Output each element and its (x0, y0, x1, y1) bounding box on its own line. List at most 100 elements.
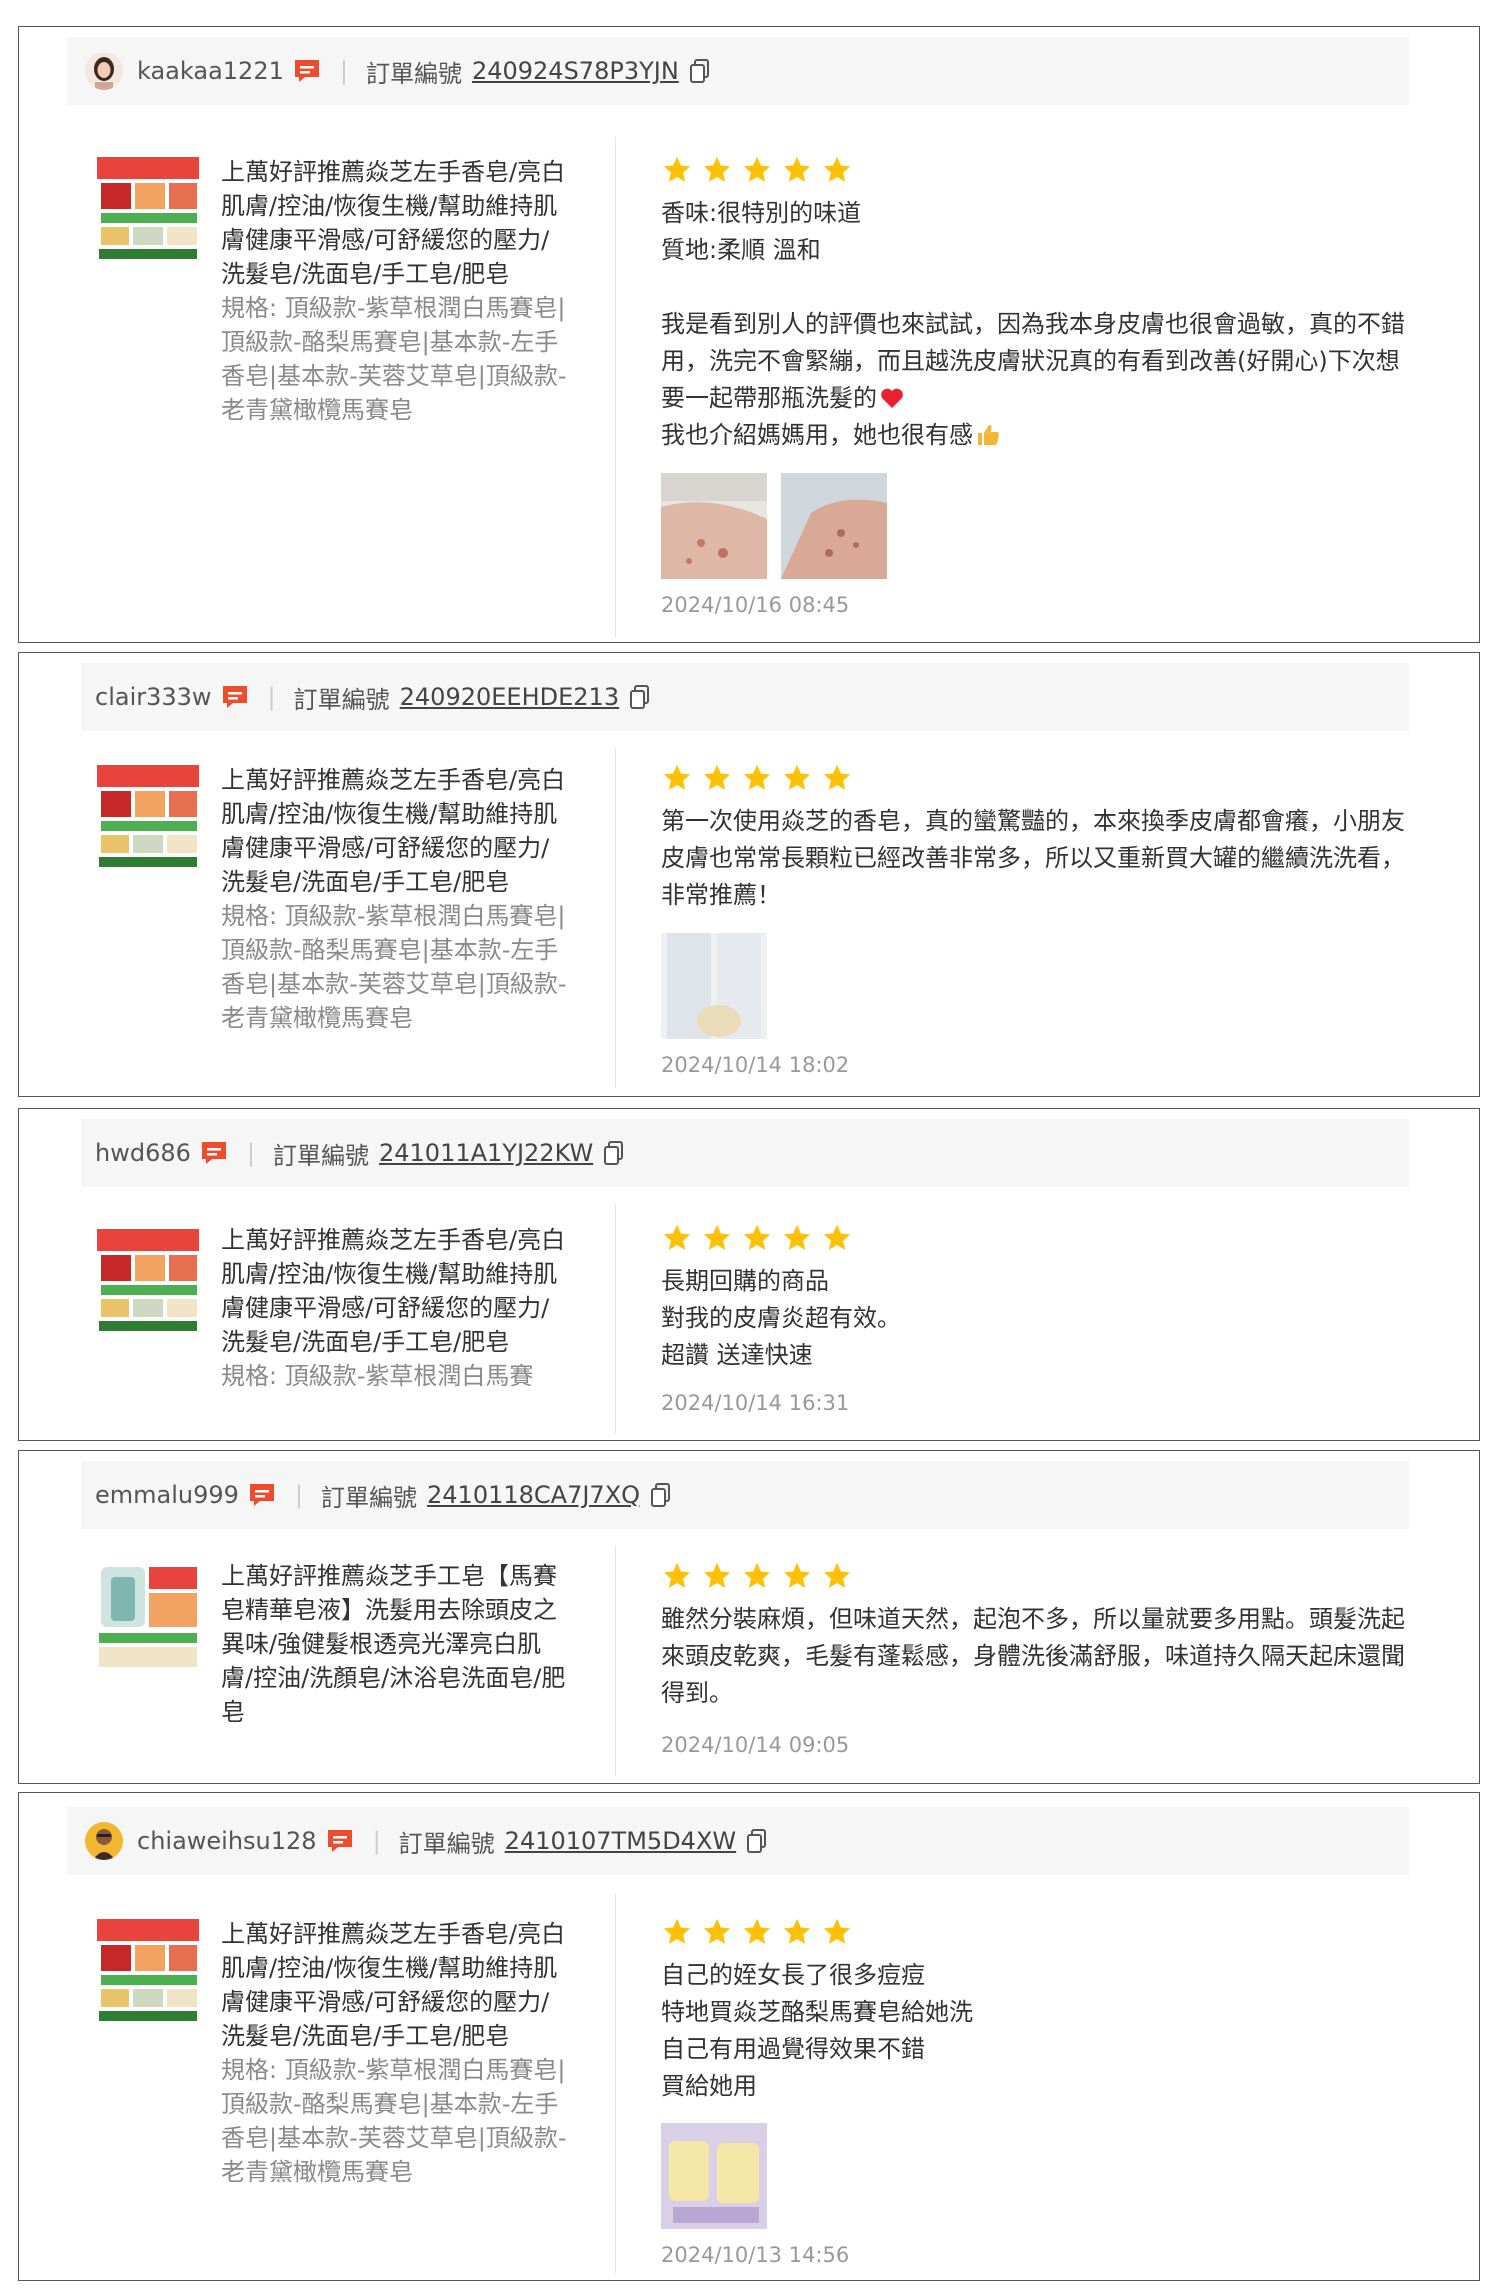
chat-icon[interactable] (292, 57, 322, 85)
star-icon (703, 764, 731, 790)
copy-icon[interactable] (689, 58, 711, 84)
divider: | (372, 1827, 381, 1855)
review-card: clair333w | 訂單編號 240920EEHDE213 上萬好評推薦焱芝… (18, 652, 1480, 1097)
divider: | (294, 1481, 304, 1509)
review-header: hwd686 | 訂單編號 241011A1YJ22KW (81, 1119, 1409, 1187)
order-id-link[interactable]: 2410107TM5D4XW (505, 1827, 736, 1855)
username[interactable]: kaakaa1221 (137, 57, 284, 85)
product-thumbnail[interactable] (95, 1917, 201, 2027)
divider (615, 1893, 616, 2273)
product-spec: 規格: 頂級款-紫草根潤白馬賽皂|頂級款-酪梨馬賽皂|基本款-左手香皂|基本款-… (221, 294, 567, 424)
avatar[interactable] (85, 1822, 123, 1860)
heart-icon (881, 388, 903, 408)
star-icon (663, 1224, 691, 1250)
star-rating (661, 763, 861, 793)
review-date: 2024/10/14 09:05 (661, 1733, 850, 1757)
copy-icon[interactable] (746, 1828, 768, 1854)
divider (615, 1546, 616, 1776)
star-icon (743, 764, 771, 790)
product-title[interactable]: 上萬好評推薦焱芝左手香皂/亮白肌膚/控油/恢復生機/幫助維持肌膚健康平滑感/可舒… (221, 1920, 565, 2050)
star-icon (783, 764, 811, 790)
product-spec: 規格: 頂級款-紫草根潤白馬賽皂|頂級款-酪梨馬賽皂|基本款-左手香皂|基本款-… (221, 902, 567, 1032)
chat-icon[interactable] (325, 1827, 355, 1855)
star-icon (703, 1918, 731, 1944)
order-label: 訂單編號 (272, 1141, 369, 1170)
review-text-body: 香味:很特別的味道 質地:柔順 溫和 我是看到別人的評價也來試試，因為我本身皮膚… (661, 199, 1405, 412)
review-photo[interactable] (661, 933, 767, 1039)
star-icon (743, 156, 771, 182)
order-id-link[interactable]: 2410118CA7J7XQ (427, 1481, 640, 1509)
star-icon (823, 1224, 851, 1250)
review-card: emmalu999 | 訂單編號 2410118CA7J7XQ 上萬好評推薦焱芝… (18, 1450, 1480, 1784)
review-text: 第一次使用焱芝的香皂，真的蠻驚豔的，本來換季皮膚都會癢，小朋友皮膚也常常長顆粒已… (661, 807, 1405, 909)
chat-icon[interactable] (247, 1481, 277, 1509)
product-thumbnail[interactable] (95, 155, 201, 265)
product-thumbnail[interactable] (95, 1227, 201, 1337)
star-icon (783, 1224, 811, 1250)
product-title[interactable]: 上萬好評推薦焱芝左手香皂/亮白肌膚/控油/恢復生機/幫助維持肌膚健康平滑感/可舒… (221, 1226, 565, 1356)
star-icon (783, 1918, 811, 1944)
review-date: 2024/10/14 16:31 (661, 1391, 850, 1415)
review-text-tail: 我也介紹媽媽用，她也很有感 (661, 421, 973, 449)
review-card: chiaweihsu128 | 訂單編號 2410107TM5D4XW 上萬好評… (18, 1792, 1480, 2281)
username[interactable]: chiaweihsu128 (137, 1827, 317, 1855)
review-header: kaakaa1221 | 訂單編號 240924S78P3YJN (67, 37, 1409, 105)
product-thumbnail[interactable] (95, 763, 201, 873)
product-title[interactable]: 上萬好評推薦焱芝手工皂【馬賽皂精華皂液】洗髮用去除頭皮之異味/強健髮根透亮光澤亮… (221, 1562, 565, 1726)
copy-icon[interactable] (603, 1140, 625, 1166)
star-icon (663, 1918, 691, 1944)
star-icon (663, 156, 691, 182)
username[interactable]: clair333w (95, 683, 212, 711)
order-label: 訂單編號 (365, 59, 462, 88)
copy-icon[interactable] (629, 684, 651, 710)
order-label: 訂單編號 (398, 1829, 495, 1858)
star-rating (661, 1917, 861, 1947)
star-icon (703, 1562, 731, 1588)
review-text: 雖然分裝麻煩，但味道天然，起泡不多，所以量就要多用點。頭髮洗起來頭皮乾爽，毛髮有… (661, 1605, 1405, 1707)
divider (615, 748, 616, 1088)
star-icon (783, 156, 811, 182)
review-text: 香味:很特別的味道 質地:柔順 溫和 我是看到別人的評價也來試試，因為我本身皮膚… (661, 195, 1421, 454)
thumbs-up-icon (978, 425, 999, 445)
order-id-link[interactable]: 240920EEHDE213 (400, 683, 619, 711)
product-spec: 規格: 頂級款-紫草根潤白馬賽 (221, 1362, 534, 1390)
star-icon (703, 1224, 731, 1250)
star-icon (703, 156, 731, 182)
review-header: emmalu999 | 訂單編號 2410118CA7J7XQ (81, 1461, 1409, 1529)
product-title[interactable]: 上萬好評推薦焱芝左手香皂/亮白肌膚/控油/恢復生機/幫助維持肌膚健康平滑感/可舒… (221, 766, 565, 896)
divider: | (267, 683, 276, 711)
avatar[interactable] (85, 52, 123, 90)
review-header: clair333w | 訂單編號 240920EEHDE213 (81, 663, 1409, 731)
star-rating (661, 155, 861, 185)
review-card: hwd686 | 訂單編號 241011A1YJ22KW 上萬好評推薦焱芝左手香… (18, 1108, 1480, 1441)
star-icon (823, 156, 851, 182)
product-spec: 規格: 頂級款-紫草根潤白馬賽皂|頂級款-酪梨馬賽皂|基本款-左手香皂|基本款-… (221, 2056, 567, 2186)
review-photo[interactable] (661, 2123, 767, 2229)
star-rating (661, 1223, 861, 1253)
star-icon (743, 1562, 771, 1588)
order-label: 訂單編號 (293, 685, 390, 714)
copy-icon[interactable] (650, 1482, 672, 1508)
review-card: kaakaa1221 | 訂單編號 240924S78P3YJN 上萬好評推薦焱… (18, 26, 1480, 643)
username[interactable]: emmalu999 (95, 1481, 239, 1509)
order-id-link[interactable]: 240924S78P3YJN (472, 57, 679, 85)
order-label: 訂單編號 (321, 1483, 418, 1512)
star-icon (743, 1918, 771, 1944)
star-icon (783, 1562, 811, 1588)
review-photo[interactable] (661, 473, 767, 579)
username[interactable]: hwd686 (95, 1139, 191, 1167)
order-id-link[interactable]: 241011A1YJ22KW (379, 1139, 593, 1167)
divider: | (339, 57, 348, 85)
star-icon (663, 764, 691, 790)
product-title[interactable]: 上萬好評推薦焱芝左手香皂/亮白肌膚/控油/恢復生機/幫助維持肌膚健康平滑感/可舒… (221, 158, 565, 288)
review-date: 2024/10/13 14:56 (661, 2243, 850, 2267)
chat-icon[interactable] (220, 683, 250, 711)
divider: | (246, 1139, 255, 1167)
star-rating (661, 1561, 861, 1591)
star-icon (743, 1224, 771, 1250)
star-icon (823, 764, 851, 790)
chat-icon[interactable] (199, 1139, 229, 1167)
review-photo[interactable] (781, 473, 887, 579)
product-thumbnail[interactable] (95, 1563, 201, 1673)
review-text: 長期回購的商品 對我的皮膚炎超有效。 超讚 送達快速 (661, 1267, 901, 1369)
